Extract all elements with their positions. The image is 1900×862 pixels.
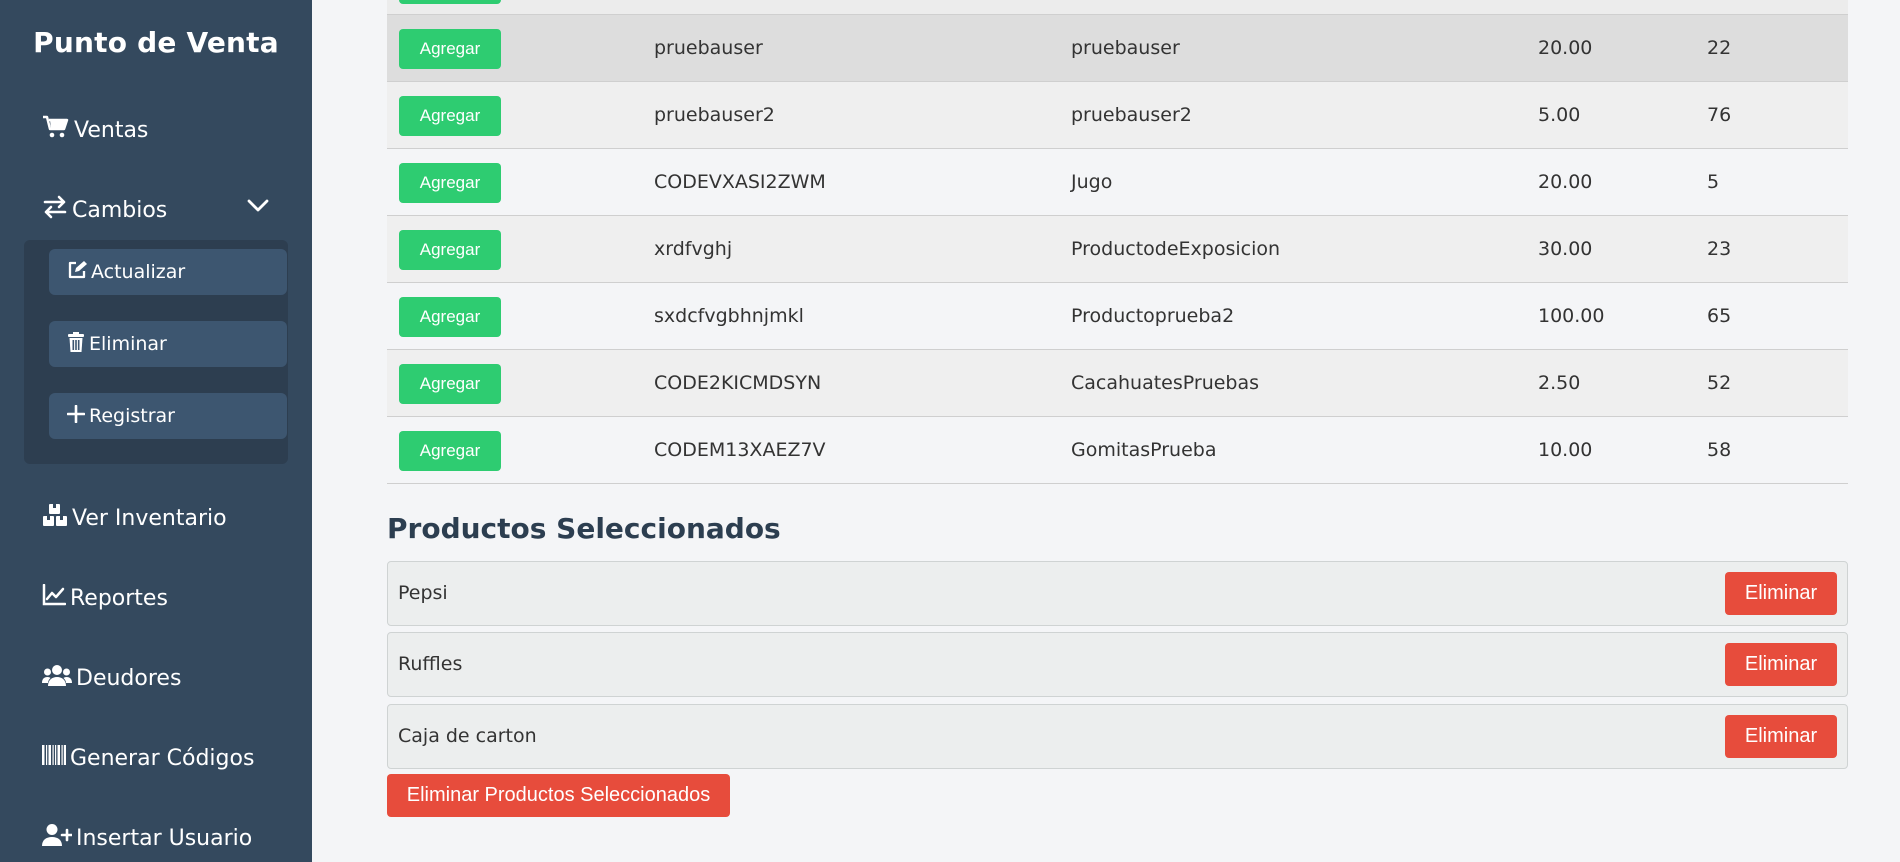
add-button[interactable]: Agregar xyxy=(399,364,501,404)
product-code: pruebauser2 xyxy=(654,104,775,126)
main-content: Agregar pruebauser pruebauser 20.00 22 A… xyxy=(387,0,1848,862)
table-row: Agregar sxdcfvgbhnjmkl Productoprueba2 1… xyxy=(387,283,1848,350)
table-row: Agregar xrdfvghj ProductodeExposicion 30… xyxy=(387,216,1848,283)
brand-title: Punto de Venta xyxy=(33,26,279,59)
sidebar-item-generar-codigos[interactable]: Generar Códigos xyxy=(42,738,254,778)
barcode-icon xyxy=(42,744,66,772)
product-name: CacahuatesPruebas xyxy=(1071,372,1260,394)
product-stock: 23 xyxy=(1707,238,1732,260)
submenu-item-label: Eliminar xyxy=(89,333,167,355)
add-button[interactable]: Agregar xyxy=(399,230,501,270)
selected-product-name: Pepsi xyxy=(398,582,448,604)
product-price: 100.00 xyxy=(1538,305,1605,327)
selected-product-name: Ruffles xyxy=(398,653,463,675)
trash-icon xyxy=(67,331,85,357)
sidebar-item-label: Ventas xyxy=(74,117,149,143)
selected-product-name: Caja de carton xyxy=(398,725,537,747)
submenu-item-label: Registrar xyxy=(89,405,175,427)
edit-icon xyxy=(67,260,87,285)
product-stock: 76 xyxy=(1707,104,1732,126)
product-stock: 58 xyxy=(1707,439,1732,461)
sidebar-item-insertar-usuario[interactable]: Insertar Usuario xyxy=(42,818,252,858)
product-name: Jugo xyxy=(1071,171,1113,193)
remove-all-selected-button[interactable]: Eliminar Productos Seleccionados xyxy=(387,774,730,817)
add-button-partial[interactable] xyxy=(399,0,501,4)
table-row: Agregar CODEM13XAEZ7V GomitasPrueba 10.0… xyxy=(387,417,1848,484)
product-code: pruebauser xyxy=(654,37,763,59)
add-button[interactable]: Agregar xyxy=(399,163,501,203)
product-stock: 52 xyxy=(1707,372,1732,394)
add-button[interactable]: Agregar xyxy=(399,96,501,136)
table-row-partial xyxy=(387,0,1848,15)
sidebar-item-deudores[interactable]: Deudores xyxy=(42,658,181,698)
plus-icon xyxy=(66,404,86,428)
submenu-item-actualizar[interactable]: Actualizar xyxy=(49,249,287,295)
sidebar-item-reportes[interactable]: Reportes xyxy=(42,578,168,618)
sidebar-item-ventas[interactable]: Ventas xyxy=(42,110,148,150)
product-code: CODE2KICMDSYN xyxy=(654,372,822,394)
add-button[interactable]: Agregar xyxy=(399,431,501,471)
sidebar-item-label: Cambios xyxy=(72,197,168,223)
chart-line-icon xyxy=(42,583,67,612)
product-code: CODEM13XAEZ7V xyxy=(654,439,826,461)
remove-button[interactable]: Eliminar xyxy=(1725,715,1837,758)
cart-icon xyxy=(42,115,70,145)
remove-button[interactable]: Eliminar xyxy=(1725,643,1837,686)
list-item: Ruffles Eliminar xyxy=(387,632,1848,697)
product-price: 20.00 xyxy=(1538,171,1593,193)
table-row: Agregar CODE2KICMDSYN CacahuatesPruebas … xyxy=(387,350,1848,417)
sidebar: Punto de Venta Ventas Cambios Actualizar… xyxy=(0,0,312,862)
chevron-down-icon[interactable] xyxy=(244,196,272,216)
list-item: Pepsi Eliminar xyxy=(387,561,1848,626)
selected-products-title: Productos Seleccionados xyxy=(387,512,781,545)
table-row: Agregar CODEVXASI2ZWM Jugo 20.00 5 xyxy=(387,149,1848,216)
product-name: pruebauser2 xyxy=(1071,104,1192,126)
exchange-icon xyxy=(42,195,68,225)
table-row: Agregar pruebauser2 pruebauser2 5.00 76 xyxy=(387,82,1848,149)
product-stock: 22 xyxy=(1707,37,1732,59)
sidebar-item-label: Insertar Usuario xyxy=(76,825,253,851)
product-stock: 5 xyxy=(1707,171,1720,193)
submenu-cambios: Actualizar Eliminar Registrar xyxy=(24,240,288,464)
product-name: GomitasPrueba xyxy=(1071,439,1217,461)
add-button[interactable]: Agregar xyxy=(399,297,501,337)
product-price: 5.00 xyxy=(1538,104,1581,126)
product-name: pruebauser xyxy=(1071,37,1180,59)
user-plus-icon xyxy=(42,823,74,853)
submenu-item-label: Actualizar xyxy=(91,261,186,283)
product-name: Productoprueba2 xyxy=(1071,305,1235,327)
add-button[interactable]: Agregar xyxy=(399,29,501,69)
product-price: 10.00 xyxy=(1538,439,1593,461)
users-icon xyxy=(42,663,72,693)
remove-button[interactable]: Eliminar xyxy=(1725,572,1837,615)
boxes-icon xyxy=(42,503,68,533)
product-price: 2.50 xyxy=(1538,372,1581,394)
product-price: 20.00 xyxy=(1538,37,1593,59)
product-name: ProductodeExposicion xyxy=(1071,238,1281,260)
sidebar-item-cambios[interactable]: Cambios xyxy=(42,190,167,230)
product-code: sxdcfvgbhnjmkl xyxy=(654,305,804,327)
submenu-item-registrar[interactable]: Registrar xyxy=(49,393,287,439)
table-row: Agregar pruebauser pruebauser 20.00 22 xyxy=(387,15,1848,82)
product-stock: 65 xyxy=(1707,305,1732,327)
sidebar-item-ver-inventario[interactable]: Ver Inventario xyxy=(42,498,227,538)
product-price: 30.00 xyxy=(1538,238,1593,260)
list-item: Caja de carton Eliminar xyxy=(387,704,1848,769)
product-code: xrdfvghj xyxy=(654,238,733,260)
sidebar-item-label: Reportes xyxy=(70,585,168,611)
sidebar-item-label: Generar Códigos xyxy=(70,745,255,771)
sidebar-item-label: Deudores xyxy=(76,665,182,691)
product-code: CODEVXASI2ZWM xyxy=(654,171,826,193)
submenu-item-eliminar[interactable]: Eliminar xyxy=(49,321,287,367)
sidebar-item-label: Ver Inventario xyxy=(72,505,227,531)
